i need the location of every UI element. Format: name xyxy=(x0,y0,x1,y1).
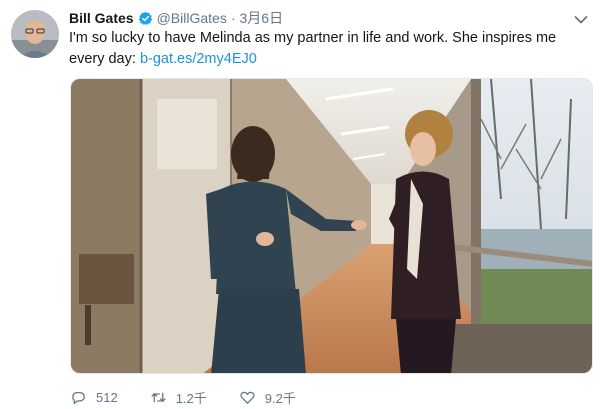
tweet-photo[interactable] xyxy=(70,78,593,374)
like-count: 9.2千 xyxy=(264,390,296,406)
separator-dot: · xyxy=(230,10,236,26)
retweet-button[interactable]: 1.2千 xyxy=(150,388,207,407)
author-name[interactable]: Bill Gates xyxy=(69,10,134,26)
retweet-count: 1.2千 xyxy=(175,390,207,406)
reply-button[interactable]: 512 xyxy=(70,389,118,406)
reply-count: 512 xyxy=(96,389,118,405)
tweet-card[interactable]: Bill Gates @BillGates · 3月6日 I'm so luck… xyxy=(0,0,600,409)
like-button[interactable]: 9.2千 xyxy=(239,388,296,407)
reply-icon xyxy=(72,391,85,404)
timestamp[interactable]: 3月6日 xyxy=(240,8,284,28)
tweet-text: I'm so lucky to have Melinda as my partn… xyxy=(69,28,569,70)
verified-badge-icon xyxy=(138,11,153,26)
author-handle[interactable]: @BillGates xyxy=(157,10,227,26)
avatar[interactable] xyxy=(11,10,59,58)
retweet-icon xyxy=(151,392,166,402)
chevron-down-icon[interactable] xyxy=(574,12,588,24)
tweet-actions: 512 1.2千 9.2千 xyxy=(70,387,328,407)
heart-icon xyxy=(240,391,255,404)
tweet-header: Bill Gates @BillGates · 3月6日 xyxy=(69,9,283,27)
tweet-link[interactable]: b-gat.es/2my4EJ0 xyxy=(140,51,257,67)
